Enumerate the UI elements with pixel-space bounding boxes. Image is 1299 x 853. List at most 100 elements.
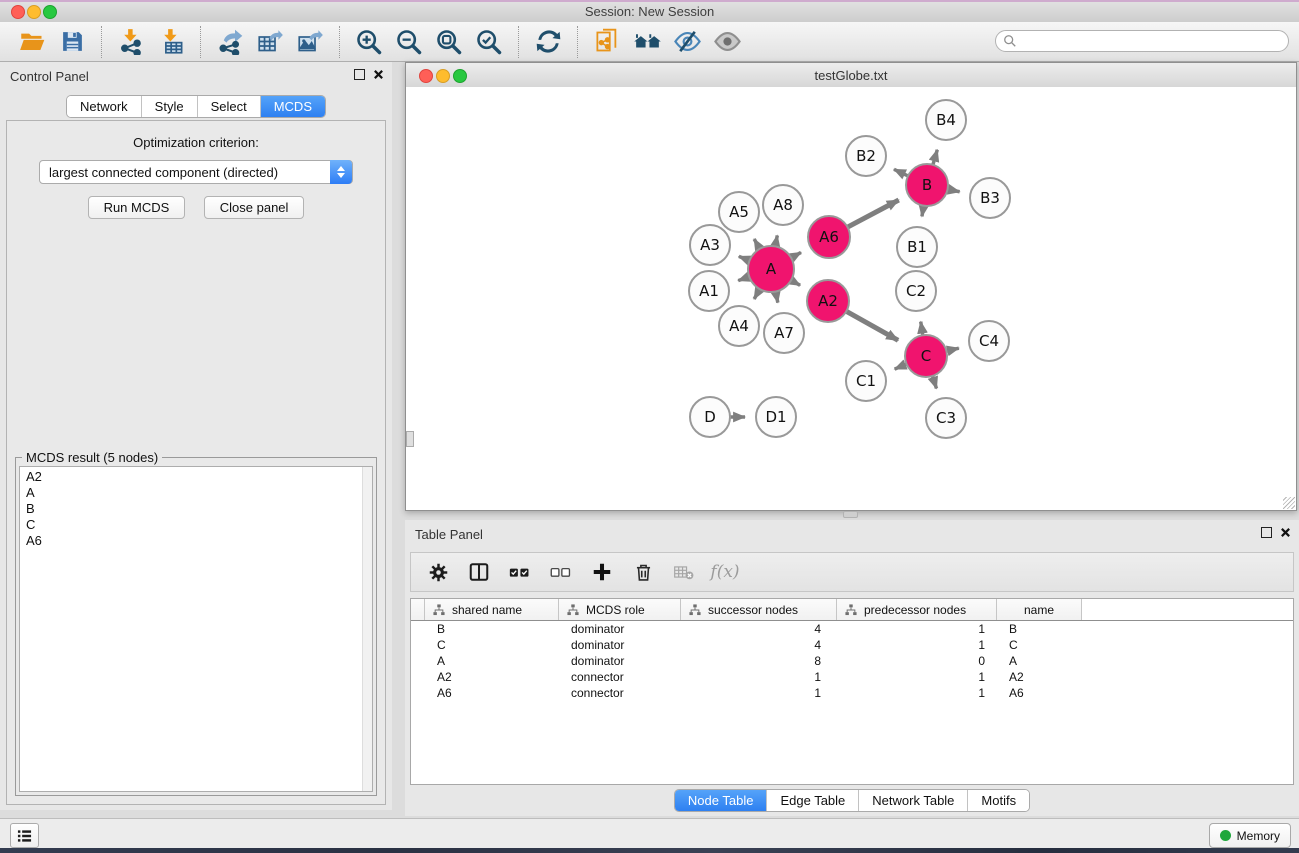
- dropdown-stepper-icon: [330, 160, 352, 184]
- network-window-titlebar[interactable]: testGlobe.txt: [406, 63, 1296, 88]
- export-network-icon[interactable]: [215, 27, 245, 57]
- table-cell[interactable]: 1: [837, 670, 997, 684]
- table-cell[interactable]: B: [425, 622, 559, 636]
- table-cell[interactable]: dominator: [559, 654, 681, 668]
- node-label-A1: A1: [699, 282, 719, 300]
- table-cell[interactable]: 4: [681, 638, 837, 652]
- tab-motifs[interactable]: Motifs: [968, 790, 1029, 811]
- table-cell[interactable]: B: [997, 622, 1082, 636]
- import-network-icon[interactable]: [116, 27, 146, 57]
- tab-edge-table[interactable]: Edge Table: [767, 790, 859, 811]
- status-bar: Memory: [0, 818, 1299, 849]
- open-session-icon[interactable]: [17, 27, 47, 57]
- memory-button[interactable]: Memory: [1209, 823, 1291, 848]
- table-cell[interactable]: C: [997, 638, 1082, 652]
- scrollbar-track[interactable]: [362, 467, 372, 791]
- window-resize-grip[interactable]: [1283, 497, 1295, 509]
- home-icon[interactable]: [632, 27, 662, 57]
- table-cell[interactable]: 1: [681, 670, 837, 684]
- mcds-result-group: MCDS result (5 nodes) A2ABCA6: [15, 457, 377, 796]
- deselect-all-columns-icon[interactable]: [550, 560, 572, 584]
- export-image-icon[interactable]: [295, 27, 325, 57]
- table-cell[interactable]: 1: [837, 638, 997, 652]
- node-label-C2: C2: [906, 282, 926, 300]
- table-cell[interactable]: 0: [837, 654, 997, 668]
- table-cell[interactable]: A6: [997, 686, 1082, 700]
- edge-A6-B[interactable]: [846, 200, 899, 228]
- column-header[interactable]: successor nodes: [681, 599, 837, 620]
- zoom-out-icon[interactable]: [394, 27, 424, 57]
- show-column-panel-icon[interactable]: [468, 560, 490, 584]
- close-panel-icon[interactable]: [1280, 527, 1291, 538]
- table-row[interactable]: A6connector11A6: [411, 685, 1293, 701]
- column-header[interactable]: shared name: [425, 599, 559, 620]
- table-cell[interactable]: connector: [559, 670, 681, 684]
- mcds-result-item[interactable]: A6: [26, 533, 372, 549]
- edge-A2-C[interactable]: [845, 310, 899, 340]
- table-settings-gear-icon[interactable]: [427, 560, 449, 584]
- select-all-columns-icon[interactable]: [509, 560, 531, 584]
- network-graph: AA1A2A3A4A5A6A7A8BB1B2B3B4CC1C2C3C4DD1: [406, 87, 1296, 510]
- task-history-button[interactable]: [10, 823, 39, 848]
- import-table-icon[interactable]: [156, 27, 186, 57]
- tab-style[interactable]: Style: [142, 96, 198, 117]
- table-cell[interactable]: A2: [997, 670, 1082, 684]
- node-label-C3: C3: [936, 409, 956, 427]
- table-cell[interactable]: 4: [681, 622, 837, 636]
- table-cell[interactable]: A2: [425, 670, 559, 684]
- run-mcds-button[interactable]: Run MCDS: [88, 196, 186, 219]
- save-session-icon[interactable]: [57, 27, 87, 57]
- float-panel-icon[interactable]: [1261, 527, 1272, 538]
- table-cell[interactable]: A6: [425, 686, 559, 700]
- mcds-result-item[interactable]: B: [26, 501, 372, 517]
- table-cell[interactable]: 1: [837, 686, 997, 700]
- table-cell[interactable]: 8: [681, 654, 837, 668]
- table-row[interactable]: Cdominator41C: [411, 637, 1293, 653]
- mcds-result-list[interactable]: A2ABCA6: [19, 466, 373, 792]
- network-view-window: testGlobe.txt AA1A2A3A4A5A6A7A8BB1B2B3B4…: [405, 62, 1297, 511]
- table-cell[interactable]: 1: [681, 686, 837, 700]
- network-from-file-icon[interactable]: [592, 27, 622, 57]
- table-row[interactable]: Adominator80A: [411, 653, 1293, 669]
- tab-network[interactable]: Network: [67, 96, 142, 117]
- hide-details-icon[interactable]: [672, 27, 702, 57]
- column-header[interactable]: predecessor nodes: [837, 599, 997, 620]
- column-header[interactable]: MCDS role: [559, 599, 681, 620]
- table-cell[interactable]: 1: [837, 622, 997, 636]
- table-cell[interactable]: connector: [559, 686, 681, 700]
- export-table-icon[interactable]: [255, 27, 285, 57]
- mcds-result-item[interactable]: A2: [26, 469, 372, 485]
- criterion-dropdown[interactable]: largest connected component (directed): [39, 160, 353, 184]
- create-column-icon[interactable]: [591, 560, 613, 584]
- zoom-in-icon[interactable]: [354, 27, 384, 57]
- close-panel-button[interactable]: Close panel: [204, 196, 305, 219]
- zoom-selected-icon[interactable]: [474, 27, 504, 57]
- optimization-criterion-label: Optimization criterion:: [7, 135, 385, 150]
- tab-network-table[interactable]: Network Table: [859, 790, 968, 811]
- delete-column-icon[interactable]: [632, 560, 654, 584]
- table-cell[interactable]: C: [425, 638, 559, 652]
- mcds-result-item[interactable]: A: [26, 485, 372, 501]
- close-panel-icon[interactable]: [373, 69, 384, 80]
- mcds-result-item[interactable]: C: [26, 517, 372, 533]
- refresh-icon[interactable]: [533, 27, 563, 57]
- tab-select[interactable]: Select: [198, 96, 261, 117]
- function-builder-icon[interactable]: f(x): [714, 560, 736, 584]
- zoom-fit-icon[interactable]: [434, 27, 464, 57]
- table-row[interactable]: Bdominator41B: [411, 621, 1293, 637]
- search-input[interactable]: [995, 30, 1289, 52]
- birdseye-toggle-icon[interactable]: [406, 431, 414, 447]
- delete-table-icon[interactable]: [673, 560, 695, 584]
- splitter-handle[interactable]: [843, 511, 858, 518]
- table-cell[interactable]: A: [997, 654, 1082, 668]
- table-cell[interactable]: A: [425, 654, 559, 668]
- tab-node-table[interactable]: Node Table: [675, 790, 768, 811]
- table-row[interactable]: A2connector11A2: [411, 669, 1293, 685]
- column-header[interactable]: name: [997, 599, 1082, 620]
- table-cell[interactable]: dominator: [559, 622, 681, 636]
- show-details-icon[interactable]: [712, 27, 742, 57]
- network-canvas[interactable]: AA1A2A3A4A5A6A7A8BB1B2B3B4CC1C2C3C4DD1: [406, 87, 1296, 510]
- float-panel-icon[interactable]: [354, 69, 365, 80]
- tab-mcds[interactable]: MCDS: [261, 96, 325, 117]
- table-cell[interactable]: dominator: [559, 638, 681, 652]
